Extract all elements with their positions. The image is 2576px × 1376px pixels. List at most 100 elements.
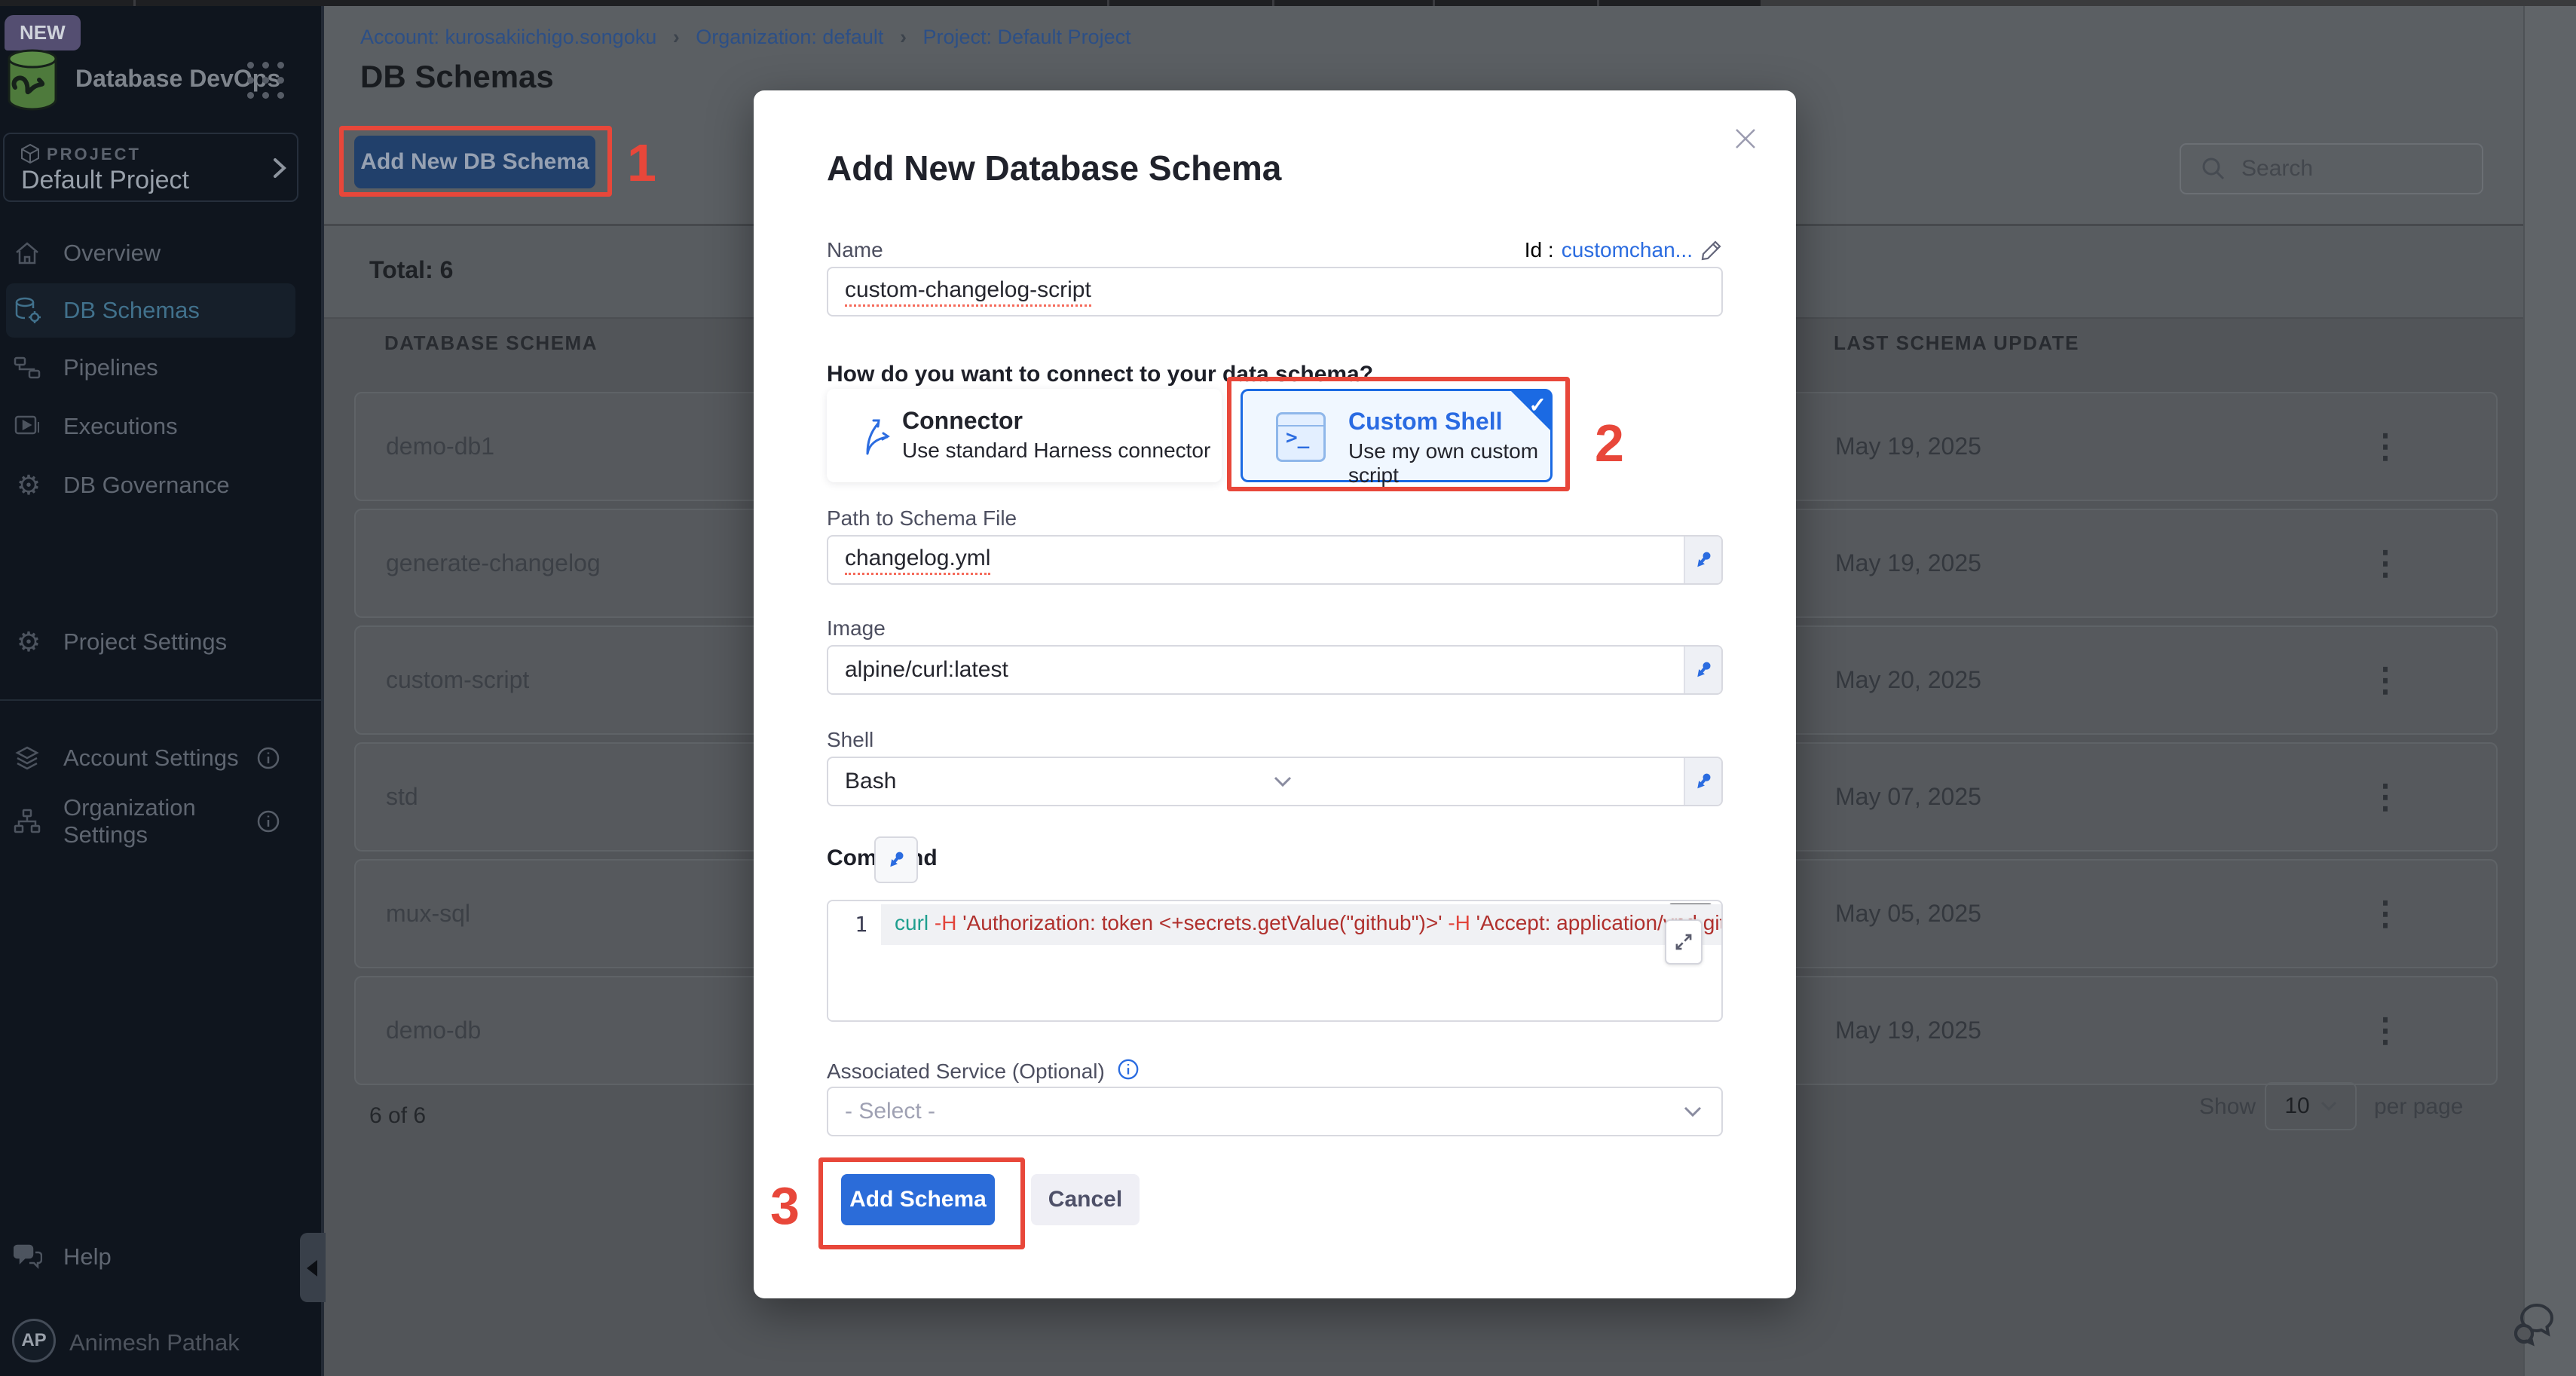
scrollbar-gutter[interactable] — [2523, 6, 2576, 1376]
chevron-down-icon — [1274, 776, 1292, 787]
sidebar-item-label: Pipelines — [63, 354, 158, 381]
shell-label: Shell — [827, 728, 873, 752]
annotation-box-1 — [339, 126, 612, 197]
select-placeholder: - Select - — [845, 1099, 935, 1124]
governance-gear-icon: ⚙ — [14, 469, 44, 501]
line-number: 1 — [828, 901, 881, 1020]
help-chat-icon: ? — [14, 1243, 44, 1271]
schema-name: demo-db1 — [386, 433, 494, 460]
sidebar-item-label: Executions — [63, 413, 178, 440]
user-name: Animesh Pathak — [69, 1329, 240, 1356]
connector-branch-icon — [858, 416, 896, 457]
pin-icon[interactable] — [1684, 537, 1721, 583]
sidebar-item-label: Overview — [63, 240, 161, 267]
expand-editor-icon[interactable] — [1665, 919, 1703, 965]
sidebar-item-project-settings[interactable]: ⚙ Project Settings — [0, 619, 324, 665]
column-header-database-schema: DATABASE SCHEMA — [384, 332, 598, 355]
image-field[interactable]: alpine/curl:latest — [827, 645, 1723, 695]
row-menu-kebab-icon[interactable]: ⋮ — [2366, 537, 2404, 592]
settings-gear-icon: ⚙ — [14, 626, 44, 658]
row-menu-kebab-icon[interactable]: ⋮ — [2366, 888, 2404, 942]
info-icon — [256, 809, 280, 833]
sidebar-divider — [0, 699, 324, 701]
path-label: Path to Schema File — [827, 506, 1017, 531]
sidebar-item-label: DB Schemas — [63, 297, 200, 324]
id-label: Id : — [1525, 238, 1554, 262]
home-icon — [14, 240, 44, 266]
chevron-down-icon — [2321, 1101, 2337, 1112]
annotation-number-1: 1 — [627, 133, 656, 193]
id-value[interactable]: customchan... — [1562, 238, 1693, 262]
sidebar-item-overview[interactable]: Overview — [0, 231, 324, 276]
row-menu-kebab-icon[interactable]: ⋮ — [2366, 420, 2404, 475]
row-menu-kebab-icon[interactable]: ⋮ — [2366, 771, 2404, 825]
sidebar-item-account-settings[interactable]: Account Settings — [0, 735, 324, 781]
option-card-connector[interactable]: Connector Use standard Harness connector — [827, 389, 1222, 482]
org-hierarchy-icon — [14, 809, 44, 834]
avatar[interactable]: AP — [12, 1319, 56, 1362]
chevron-right-icon — [270, 155, 289, 181]
breadcrumb-account-link[interactable]: Account: kurosakiichigo.songoku — [360, 26, 656, 48]
cancel-button[interactable]: Cancel — [1031, 1174, 1140, 1225]
sidebar-item-label: Account Settings — [63, 745, 239, 772]
schema-date: May 07, 2025 — [1835, 783, 1981, 811]
schema-name: mux-sql — [386, 900, 470, 928]
info-icon — [256, 746, 280, 770]
shell-select[interactable]: Bash — [827, 757, 1723, 806]
search-icon — [2201, 156, 2226, 182]
breadcrumb-org-link[interactable]: Organization: default — [696, 26, 883, 48]
pin-icon[interactable] — [1684, 647, 1721, 693]
add-database-schema-modal: Add New Database Schema Name Id : custom… — [754, 90, 1796, 1298]
pagination-count: 6 of 6 — [369, 1103, 426, 1129]
sidebar-item-label: Organization Settings — [63, 794, 256, 849]
code-line[interactable]: curl -H 'Authorization: token <+secrets.… — [895, 910, 1723, 935]
sidebar-item-label: Project Settings — [63, 628, 227, 656]
sidebar-collapse-handle[interactable] — [300, 1233, 326, 1302]
breadcrumb-separator: › — [900, 26, 907, 48]
sidebar-item-db-governance[interactable]: ⚙ DB Governance — [0, 463, 324, 508]
path-field[interactable]: changelog.yml — [827, 535, 1723, 585]
sidebar-item-pipelines[interactable]: Pipelines — [0, 345, 324, 390]
command-code-editor[interactable]: 1 curl -H 'Authorization: token <+secret… — [827, 900, 1723, 1022]
code-token: -H — [1442, 911, 1476, 934]
schema-date: May 19, 2025 — [1835, 433, 1981, 460]
sidebar-item-label: DB Governance — [63, 472, 230, 499]
sidebar-item-db-schemas[interactable]: DB Schemas — [6, 283, 295, 338]
pin-icon[interactable] — [1684, 758, 1721, 805]
search-input[interactable] — [2240, 155, 2466, 182]
sidebar: NEW Database DevOps PROJECT Default Proj… — [0, 6, 324, 1376]
schema-date: May 05, 2025 — [1835, 900, 1981, 928]
module-grid-icon[interactable] — [246, 60, 286, 101]
edit-pencil-icon[interactable] — [1700, 239, 1723, 261]
row-menu-kebab-icon[interactable]: ⋮ — [2366, 1004, 2404, 1059]
sidebar-item-executions[interactable]: Executions — [0, 404, 324, 449]
schema-name: std — [386, 783, 418, 811]
option-title: Connector — [902, 407, 1023, 435]
svg-text:?: ? — [20, 1246, 27, 1258]
row-menu-kebab-icon[interactable]: ⋮ — [2366, 654, 2404, 708]
info-icon[interactable] — [1117, 1058, 1140, 1081]
shell-value: Bash — [845, 769, 896, 794]
command-pin-button[interactable] — [874, 836, 918, 883]
image-label: Image — [827, 616, 886, 641]
name-field[interactable]: custom-changelog-script — [827, 267, 1723, 316]
sidebar-item-help[interactable]: ? Help — [0, 1234, 324, 1280]
new-badge: NEW — [5, 15, 81, 50]
project-selector[interactable]: PROJECT Default Project — [3, 133, 298, 202]
schema-date: May 20, 2025 — [1835, 666, 1981, 694]
sidebar-item-organization-settings[interactable]: Organization Settings — [0, 799, 324, 844]
app-root: NEW Database DevOps PROJECT Default Proj… — [0, 0, 2576, 1376]
code-token: -H — [929, 911, 962, 934]
schema-name: generate-changelog — [386, 549, 601, 577]
close-icon[interactable] — [1730, 124, 1767, 160]
page-size-select[interactable]: 10 — [2265, 1082, 2357, 1130]
page-title: DB Schemas — [360, 59, 554, 95]
entity-id-row: Id : customchan... — [1525, 238, 1723, 262]
support-chat-icon[interactable] — [2511, 1301, 2559, 1347]
search-box[interactable] — [2180, 143, 2483, 194]
schema-name: custom-script — [386, 666, 529, 694]
breadcrumb-project-link[interactable]: Project: Default Project — [922, 26, 1130, 48]
associated-service-select[interactable]: - Select - — [827, 1087, 1723, 1136]
annotation-number-2: 2 — [1595, 413, 1624, 473]
executions-icon — [14, 414, 44, 439]
